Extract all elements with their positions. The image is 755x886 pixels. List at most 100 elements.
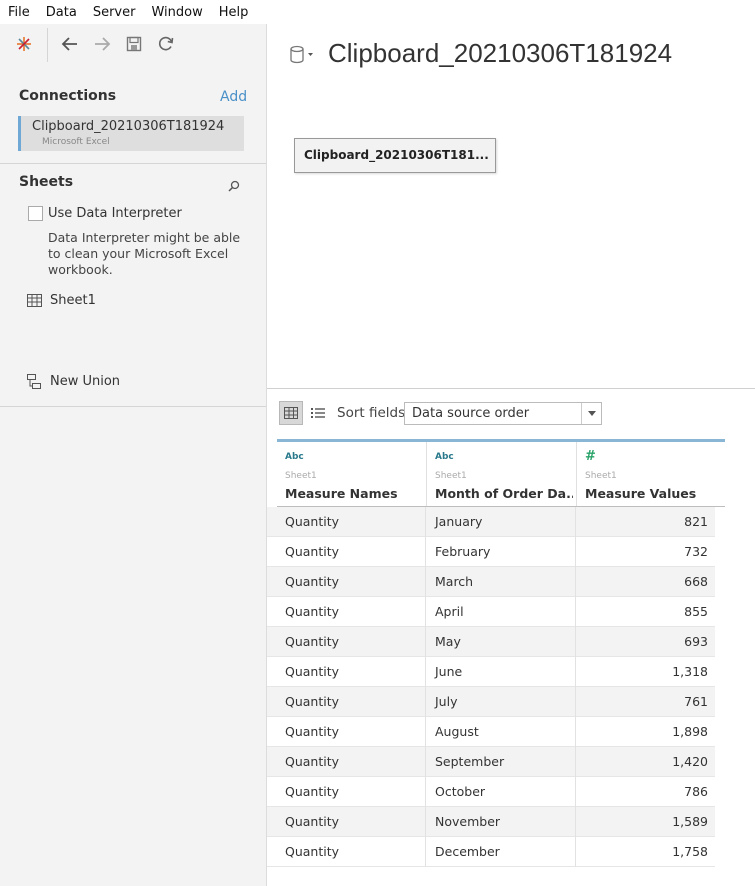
column-divider: [425, 537, 426, 567]
string-type-icon[interactable]: Abc: [435, 452, 454, 462]
measure-name-cell: Quantity: [285, 544, 340, 559]
section-divider: [0, 406, 266, 407]
measure-value-cell: 693: [684, 634, 708, 649]
search-icon[interactable]: [228, 177, 240, 192]
new-union-item[interactable]: New Union: [27, 374, 120, 389]
column-divider: [425, 687, 426, 717]
list-view-button[interactable]: [306, 401, 330, 425]
column-divider: [425, 747, 426, 777]
sheet-item[interactable]: Sheet1: [27, 293, 96, 308]
measure-name-cell: Quantity: [285, 664, 340, 679]
sort-fields-label: Sort fields: [337, 405, 406, 421]
measure-value-cell: 668: [684, 574, 708, 589]
measure-name-cell: Quantity: [285, 844, 340, 859]
connection-type: Microsoft Excel: [42, 137, 110, 147]
datasource-icon[interactable]: [289, 44, 315, 70]
grid-icon: [284, 407, 298, 419]
measure-name-cell: Quantity: [285, 604, 340, 619]
month-cell: January: [435, 514, 483, 529]
month-cell: April: [435, 604, 464, 619]
column-divider: [425, 627, 426, 657]
forward-arrow-icon[interactable]: [90, 32, 114, 56]
column-source: Sheet1: [585, 471, 617, 481]
month-cell: June: [435, 664, 463, 679]
menu-bar: File Data Server Window Help: [0, 0, 755, 24]
sort-fields-value: Data source order: [412, 406, 530, 421]
measure-name-cell: Quantity: [285, 814, 340, 829]
datasource-title[interactable]: Clipboard_20210306T181924: [328, 38, 672, 69]
table-row: Quantity February 732: [267, 537, 715, 567]
table-row: Quantity June 1,318: [267, 657, 715, 687]
list-icon: [311, 408, 325, 418]
data-interpreter-label[interactable]: Use Data Interpreter: [48, 206, 182, 221]
measure-name-cell: Quantity: [285, 574, 340, 589]
measure-value-cell: 1,758: [672, 844, 708, 859]
data-interpreter-description: Data Interpreter might be able to clean …: [48, 230, 241, 277]
column-divider: [425, 717, 426, 747]
column-divider: [425, 597, 426, 627]
menu-data[interactable]: Data: [38, 5, 85, 20]
back-arrow-icon[interactable]: [58, 32, 82, 56]
menu-server[interactable]: Server: [85, 5, 144, 20]
table-row: Quantity May 693: [267, 627, 715, 657]
table-row: Quantity November 1,589: [267, 807, 715, 837]
section-divider: [0, 163, 266, 164]
column-source: Sheet1: [285, 471, 317, 481]
measure-name-cell: Quantity: [285, 694, 340, 709]
month-cell: March: [435, 574, 474, 589]
sheets-title: Sheets: [19, 174, 74, 190]
connection-item[interactable]: Clipboard_20210306T181924 Microsoft Exce…: [18, 116, 244, 151]
month-cell: February: [435, 544, 491, 559]
table-row: Quantity July 761: [267, 687, 715, 717]
grid-header: Abc Sheet1 Measure Names Abc Sheet1 Mont…: [277, 439, 725, 507]
menu-window[interactable]: Window: [143, 5, 210, 20]
measure-name-cell: Quantity: [285, 514, 340, 529]
column-header[interactable]: # Sheet1 Measure Values: [577, 442, 715, 506]
add-connection-link[interactable]: Add: [220, 89, 247, 105]
measure-value-cell: 1,898: [672, 724, 708, 739]
table-chip[interactable]: Clipboard_20210306T181...: [294, 138, 496, 173]
measure-value-cell: 1,420: [672, 754, 708, 769]
column-name: Month of Order Da...: [435, 486, 573, 501]
measure-value-cell: 855: [684, 604, 708, 619]
data-interpreter-checkbox[interactable]: [28, 206, 43, 221]
number-type-icon[interactable]: #: [585, 449, 596, 464]
month-cell: July: [435, 694, 458, 709]
menu-help[interactable]: Help: [211, 5, 257, 20]
string-type-icon[interactable]: Abc: [285, 452, 304, 462]
column-header[interactable]: Abc Sheet1 Measure Names: [277, 442, 427, 506]
table-row: Quantity August 1,898: [267, 717, 715, 747]
column-header[interactable]: Abc Sheet1 Month of Order Da...: [427, 442, 577, 506]
data-grid: Abc Sheet1 Measure Names Abc Sheet1 Mont…: [267, 439, 755, 867]
column-divider: [425, 777, 426, 807]
menu-file[interactable]: File: [0, 5, 38, 20]
measure-name-cell: Quantity: [285, 784, 340, 799]
chevron-down-icon[interactable]: [581, 403, 601, 424]
grid-view-button[interactable]: [279, 401, 303, 425]
measure-value-cell: 1,589: [672, 814, 708, 829]
table-row: Quantity December 1,758: [267, 837, 715, 867]
refresh-icon[interactable]: [154, 32, 178, 56]
toolbar-divider: [47, 28, 48, 62]
table-icon: [27, 294, 42, 307]
join-canvas: Clipboard_20210306T181924 Clipboard_2021…: [267, 24, 755, 390]
month-cell: October: [435, 784, 486, 799]
union-icon: [27, 374, 41, 389]
month-cell: November: [435, 814, 501, 829]
grid-rows: Quantity January 821 Quantity February 732 Qua…: [267, 507, 755, 867]
measure-name-cell: Quantity: [285, 724, 340, 739]
new-union-label: New Union: [50, 374, 121, 389]
measure-value-cell: 732: [684, 544, 708, 559]
connection-name: Clipboard_20210306T181924: [32, 119, 225, 134]
grid-toolbar: Sort fields Data source order: [267, 389, 755, 439]
measure-name-cell: Quantity: [285, 754, 340, 769]
measure-value-cell: 786: [684, 784, 708, 799]
sort-fields-select[interactable]: Data source order: [404, 402, 602, 425]
column-divider: [425, 657, 426, 687]
column-divider: [425, 807, 426, 837]
column-source: Sheet1: [435, 471, 467, 481]
month-cell: September: [435, 754, 505, 769]
tableau-logo-icon[interactable]: [12, 32, 36, 56]
save-icon[interactable]: [122, 32, 146, 56]
column-divider: [425, 567, 426, 597]
